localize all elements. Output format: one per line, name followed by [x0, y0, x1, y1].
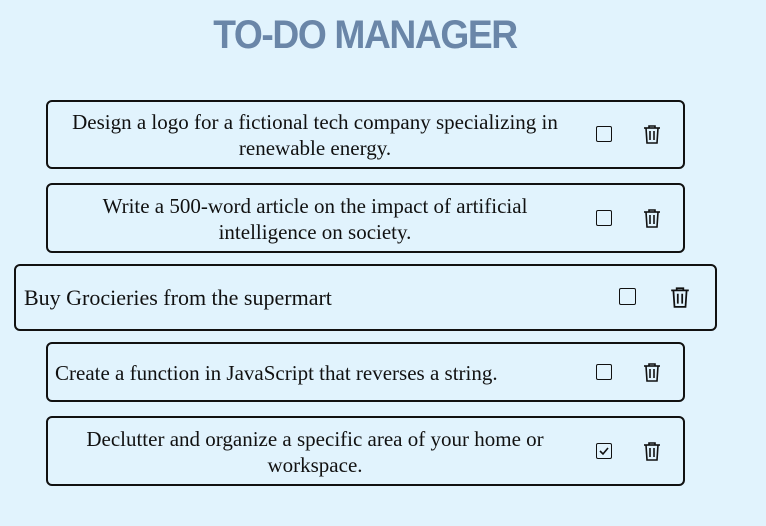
task-text: Buy Grocieries from the supermart — [24, 285, 332, 310]
trash-icon[interactable] — [670, 286, 690, 308]
task-checkbox[interactable] — [596, 210, 612, 226]
task-checkbox[interactable] — [619, 288, 636, 305]
task-checkbox[interactable] — [596, 126, 612, 142]
task-item: Write a 500-word article on the impact o… — [46, 183, 685, 253]
trash-icon[interactable] — [643, 362, 661, 382]
trash-icon[interactable] — [643, 124, 661, 144]
task-item: Create a function in JavaScript that rev… — [46, 342, 685, 402]
task-item: Design a logo for a fictional tech compa… — [46, 100, 685, 169]
task-text: Write a 500-word article on the impact o… — [102, 194, 528, 244]
page-title: TO-DO MANAGER — [213, 13, 518, 57]
task-item: Buy Grocieries from the supermart — [14, 264, 717, 331]
task-text: Create a function in JavaScript that rev… — [55, 361, 498, 385]
task-checkbox[interactable] — [596, 364, 612, 380]
check-icon — [599, 447, 609, 456]
trash-icon[interactable] — [643, 208, 661, 228]
task-text: Declutter and organize a specific area o… — [86, 427, 544, 477]
task-item: Declutter and organize a specific area o… — [46, 416, 685, 486]
task-checkbox-checked[interactable] — [596, 443, 612, 459]
task-text: Design a logo for a fictional tech compa… — [72, 110, 558, 160]
trash-icon[interactable] — [643, 441, 661, 461]
